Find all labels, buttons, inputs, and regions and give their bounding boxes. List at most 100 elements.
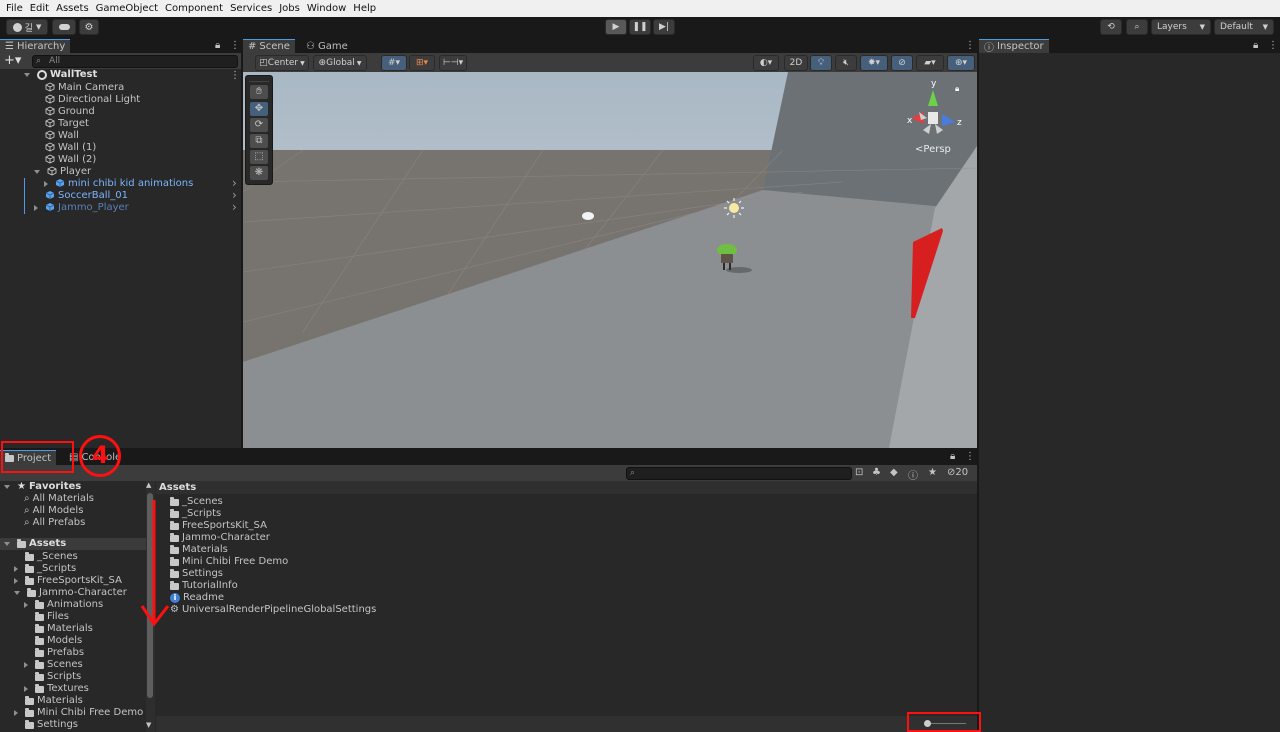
move-tool[interactable]: ✥	[250, 102, 268, 116]
hierarchy-item[interactable]: SoccerBall_01	[34, 190, 128, 202]
expand-icon[interactable]	[24, 602, 28, 608]
favorite-item[interactable]: ⌕ All Materials	[24, 493, 94, 505]
add-icon[interactable]: +▾	[4, 53, 21, 68]
gizmos-button[interactable]: ⊕▾	[947, 55, 975, 71]
asset-tree-item[interactable]: FreeSportsKit_SA	[14, 575, 122, 587]
mode-2d-button[interactable]: 2D	[784, 55, 808, 71]
menu-component[interactable]: Component	[165, 3, 228, 14]
search-button[interactable]: ⌕	[1126, 19, 1148, 35]
hierarchy-item[interactable]: Target	[34, 118, 89, 130]
expand-icon[interactable]	[34, 205, 38, 211]
grid-snap-button[interactable]: #▾	[381, 55, 407, 71]
projection-label[interactable]: <Persp	[915, 144, 951, 155]
scene-root[interactable]: WallTest	[24, 69, 97, 81]
space-dropdown[interactable]: ⊕ Global ▼	[313, 55, 367, 71]
project-search-input[interactable]: ⌕	[626, 467, 852, 480]
hierarchy-item[interactable]: Jammo_Player	[34, 202, 129, 214]
asset-item[interactable]: TutorialInfo	[170, 580, 238, 592]
hierarchy-item[interactable]: Main Camera	[34, 82, 124, 94]
tab-inspector[interactable]: ⓘ Inspector	[979, 39, 1049, 54]
hierarchy-item[interactable]: Directional Light	[34, 94, 140, 106]
rect-tool[interactable]: ⬚	[250, 150, 268, 164]
asset-tree-item[interactable]: Materials	[14, 695, 83, 707]
asset-item[interactable]: Mini Chibi Free Demo	[170, 556, 288, 568]
asset-item[interactable]: Jammo-Character	[170, 532, 270, 544]
asset-tree-item[interactable]: Materials	[24, 623, 93, 635]
hierarchy-search-input[interactable]: ⌕ All	[32, 55, 238, 68]
cloud-button[interactable]	[52, 19, 76, 35]
expand-icon[interactable]	[14, 578, 18, 584]
tab-scene[interactable]: # Scene	[243, 39, 295, 53]
scene-options-icon[interactable]: ⋮	[965, 40, 975, 51]
layout-dropdown[interactable]: Default ▼	[1214, 19, 1274, 35]
asset-item[interactable]: Settings	[170, 568, 223, 580]
more-options-icon[interactable]: ⋮	[1268, 40, 1278, 51]
tab-game[interactable]: ⚇ Game	[301, 39, 353, 53]
search-by-type-icon[interactable]: ⊡	[855, 467, 863, 478]
scroll-down-icon[interactable]: ▼	[146, 721, 151, 729]
warning-icon[interactable]: ⓘ	[908, 467, 918, 482]
expand-icon[interactable]	[14, 566, 18, 572]
lighting-toggle[interactable]: 💡︎	[810, 55, 832, 71]
tab-hierarchy[interactable]: ☰ Hierarchy	[0, 39, 71, 53]
menu-services[interactable]: Services	[230, 3, 277, 14]
asset-tree-item[interactable]: Files	[24, 611, 69, 623]
pivot-dropdown[interactable]: ◰ Center ▼	[255, 55, 309, 71]
favorite-item[interactable]: ⌕ All Models	[24, 505, 83, 517]
lock-icon[interactable]: 🔒︎	[950, 451, 955, 462]
menu-window[interactable]: Window	[307, 3, 351, 14]
asset-item[interactable]: i Readme	[170, 592, 224, 604]
asset-item[interactable]: _Scripts	[170, 508, 221, 520]
collab-button[interactable]: ⚙	[79, 19, 99, 35]
asset-tree-item[interactable]: Scripts	[24, 671, 81, 683]
expand-icon[interactable]	[44, 181, 48, 187]
palette-handle[interactable]	[249, 76, 269, 82]
asset-tree-item[interactable]: _Scripts	[14, 563, 76, 575]
menu-edit[interactable]: Edit	[30, 3, 54, 14]
expand-icon[interactable]	[24, 686, 28, 692]
asset-tree-item[interactable]: _Scenes	[14, 551, 78, 563]
asset-item[interactable]: Materials	[170, 544, 228, 556]
asset-tree-item[interactable]: Animations	[24, 599, 103, 611]
hidden-packages-icon[interactable]: ⊘20	[947, 467, 968, 478]
more-options-icon[interactable]: ⋮	[965, 451, 975, 462]
expand-icon[interactable]	[14, 710, 18, 716]
breadcrumb[interactable]: Assets	[159, 482, 196, 493]
chevron-right-icon[interactable]: ›	[232, 200, 237, 214]
menu-file[interactable]: File	[6, 3, 28, 14]
asset-tree-item[interactable]: Models	[24, 635, 82, 647]
camera-button[interactable]: ▰▾	[916, 55, 944, 71]
asset-item[interactable]: FreeSportsKit_SA	[170, 520, 267, 532]
expand-icon[interactable]	[4, 542, 10, 546]
expand-icon[interactable]	[4, 485, 10, 489]
label-icon[interactable]: ◆	[890, 467, 898, 478]
align-button[interactable]: ⊢⊣▾	[439, 55, 467, 71]
lock-icon[interactable]: 🔒︎	[955, 84, 959, 94]
shading-mode-button[interactable]: ◐▾	[753, 55, 779, 71]
hand-tool[interactable]: ✋︎	[250, 85, 268, 99]
scene-viewport[interactable]: ✋︎ ✥ ⟳ ⧉ ⬚ ❋ y x z 🔒︎ <Persp	[243, 72, 977, 448]
filter-type-icon[interactable]: ♣	[872, 467, 881, 478]
expand-icon[interactable]	[34, 170, 40, 174]
favorite-icon[interactable]: ★	[928, 467, 937, 478]
assets-header[interactable]: Assets	[4, 538, 66, 550]
hierarchy-item[interactable]: Wall (2)	[34, 154, 96, 166]
favorites-header[interactable]: ★ Favorites	[4, 481, 81, 493]
play-button[interactable]: ▶	[605, 19, 627, 35]
asset-tree-item[interactable]: Prefabs	[24, 647, 84, 659]
scroll-up-icon[interactable]: ▲	[146, 481, 151, 489]
hierarchy-item[interactable]: Wall (1)	[34, 142, 96, 154]
rotate-tool[interactable]: ⟳	[250, 118, 268, 132]
pause-button[interactable]: ❚❚	[629, 19, 651, 35]
asset-tree-item[interactable]: Jammo-Character	[14, 587, 127, 599]
layers-dropdown[interactable]: Layers ▼	[1151, 19, 1211, 35]
hierarchy-item[interactable]: mini chibi kid animations	[44, 178, 193, 190]
asset-tree-item[interactable]: Settings	[14, 719, 78, 731]
transform-tool[interactable]: ❋	[250, 166, 268, 180]
collapse-icon[interactable]	[14, 591, 20, 595]
asset-tree-item[interactable]: Scenes	[24, 659, 83, 671]
account-dropdown[interactable]: 길 ▼	[6, 19, 48, 35]
effects-toggle[interactable]: ✸▾	[860, 55, 888, 71]
menu-assets[interactable]: Assets	[56, 3, 94, 14]
step-button[interactable]: ▶|	[653, 19, 675, 35]
